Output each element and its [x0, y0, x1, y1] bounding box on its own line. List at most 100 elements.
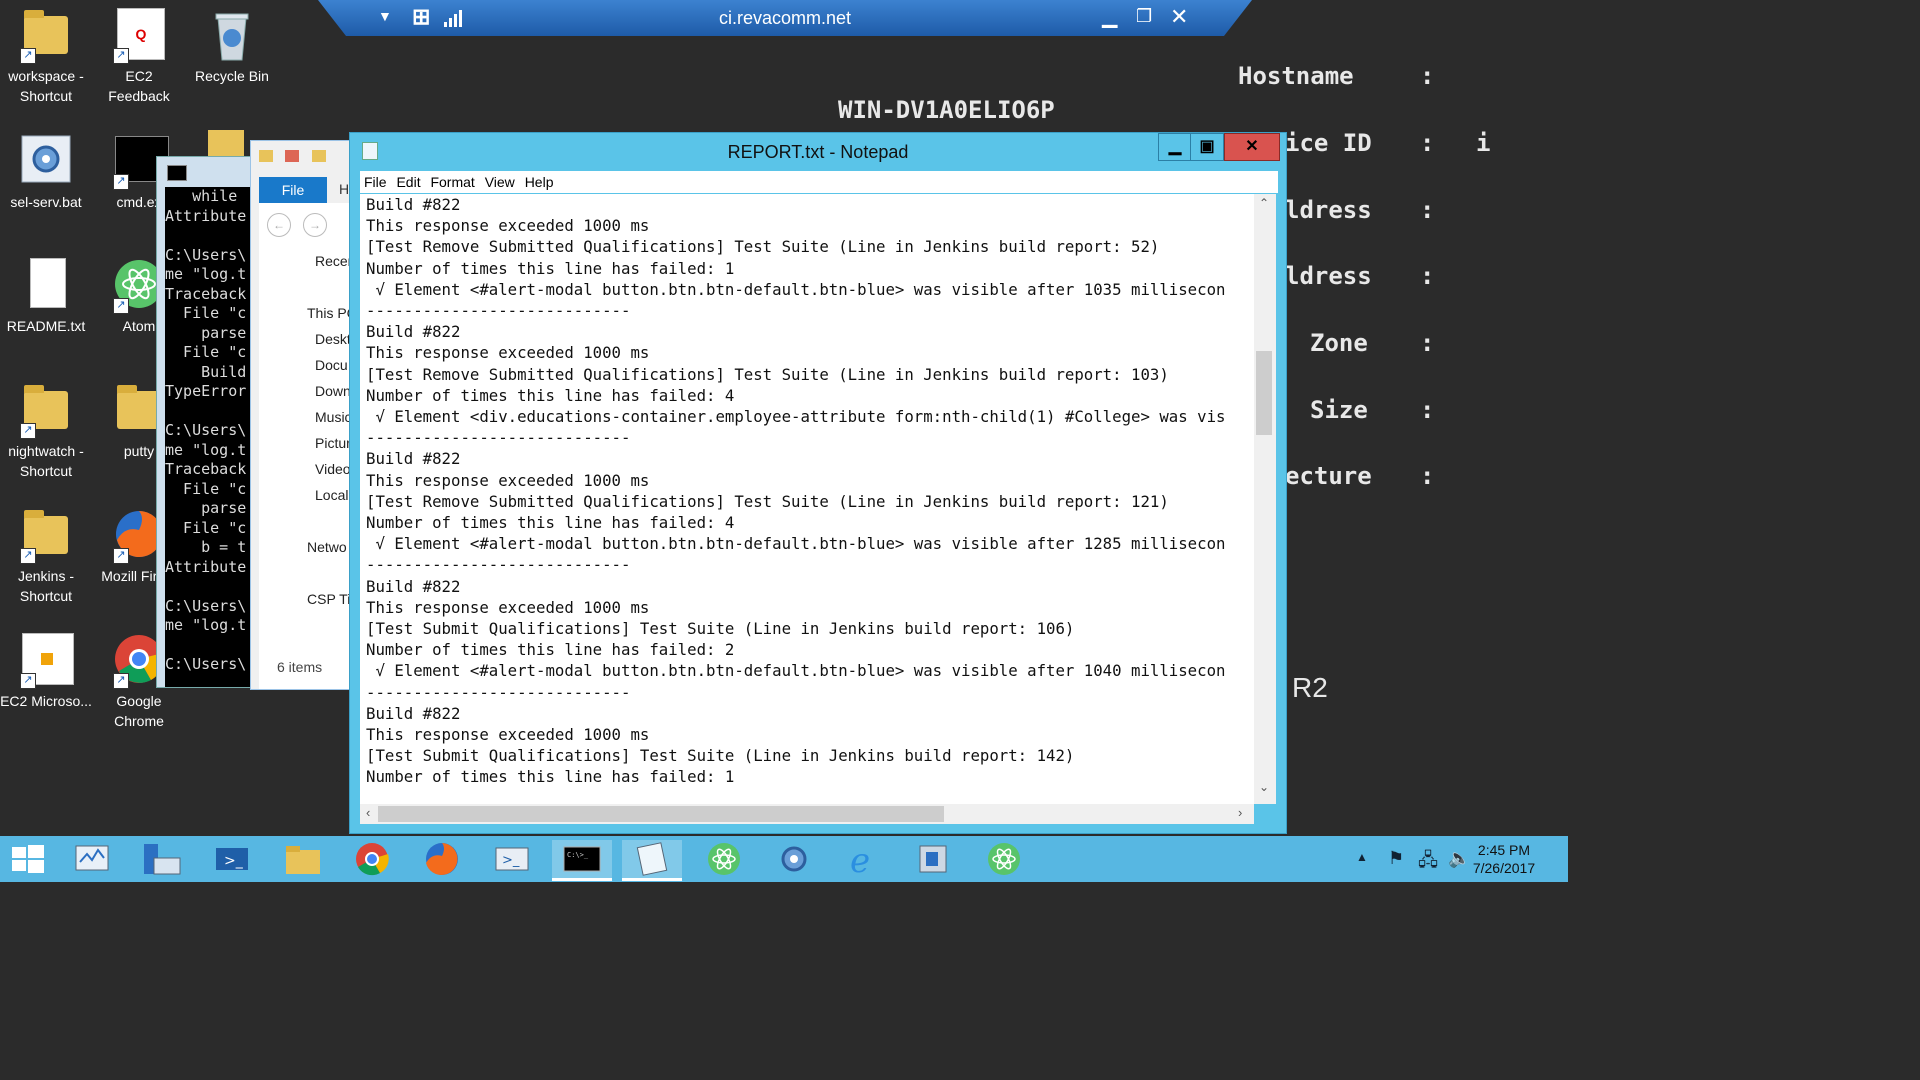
text-line: Build #822: [366, 576, 461, 596]
menu-help[interactable]: Help: [525, 174, 554, 190]
text-line: [Test Remove Submitted Qualifications] T…: [366, 237, 1160, 257]
svg-text:>_: >_: [224, 853, 244, 869]
instance-id-label: ice ID: [1285, 129, 1372, 157]
taskbar-atom-2[interactable]: [974, 840, 1034, 878]
desktop-icon-recycle-bin[interactable]: Recycle Bin: [186, 6, 278, 86]
text-line: [Test Submit Qualifications] Test Suite …: [366, 746, 1075, 766]
nav-item-csp-folder[interactable]: CSP Ti: [307, 591, 350, 607]
clock-time: 2:45 PM: [1477, 842, 1531, 858]
taskbar-tool[interactable]: [904, 840, 964, 878]
nav-item-documents[interactable]: Docu: [315, 357, 348, 373]
nav-item-network[interactable]: Netwo: [307, 539, 347, 555]
scroll-left-icon[interactable]: ‹: [366, 805, 370, 820]
text-line: This response exceeded 1000 ms: [366, 470, 650, 490]
desktop-icon-nightwatch[interactable]: ↗ nightwatch - Shortcut: [0, 381, 92, 481]
nav-item-music[interactable]: Music: [315, 409, 352, 425]
show-hidden-icons-icon[interactable]: ▲: [1356, 850, 1368, 864]
notepad-window[interactable]: REPORT.txt - Notepad ▁ ▣ ✕ File Edit For…: [349, 132, 1287, 834]
menu-file[interactable]: File: [364, 174, 387, 190]
hostname-value: WIN-DV1A0ELIO6P: [838, 96, 1055, 124]
desktop-icon-ec2-microsoft[interactable]: ↗ EC2 Microso...: [0, 631, 92, 711]
scroll-up-icon[interactable]: ⌃: [1259, 196, 1269, 210]
desktop-icon-sel-serv[interactable]: sel-serv.bat: [0, 132, 92, 212]
info-colon: :: [1420, 396, 1435, 424]
file-tab[interactable]: File: [259, 177, 327, 203]
taskbar-powershell[interactable]: >_: [202, 840, 262, 878]
text-line: Build #822: [366, 703, 461, 723]
text-line: This response exceeded 1000 ms: [366, 597, 650, 617]
properties-icon[interactable]: [285, 150, 300, 162]
maximize-button[interactable]: ▣: [1190, 133, 1224, 161]
info-colon: :: [1420, 129, 1435, 157]
taskbar-firefox[interactable]: [412, 840, 472, 878]
taskbar-cmd[interactable]: C:\>_: [552, 840, 612, 881]
desktop-icon-ec2-feedback[interactable]: Q ↗ EC2 Feedback: [93, 6, 185, 106]
text-line: √ Element <#alert-modal button.btn.btn-d…: [366, 661, 1226, 681]
scroll-thumb[interactable]: [1256, 351, 1272, 435]
back-arrow-icon[interactable]: ←: [267, 213, 291, 237]
notepad-title: REPORT.txt - Notepad: [727, 142, 909, 162]
desktop-icon-workspace[interactable]: ↗ workspace - Shortcut: [0, 6, 92, 106]
taskbar-settings[interactable]: [764, 840, 824, 878]
taskbar-chrome[interactable]: [342, 840, 402, 878]
taskbar: >_ >_ C:\>_ e ▲ ⚑ 🖧 🔈 2:45 PM 7/26/2017: [0, 836, 1568, 882]
size-label: Size: [1310, 396, 1368, 424]
gear-icon: [18, 132, 74, 188]
taskbar-server-manager[interactable]: [62, 840, 122, 878]
text-line: √ Element <#alert-modal button.btn.btn-d…: [366, 534, 1226, 554]
info-colon: :: [1420, 196, 1435, 224]
nav-item-pictures[interactable]: Pictur: [315, 435, 351, 451]
scroll-down-icon[interactable]: ⌄: [1259, 780, 1269, 794]
taskbar-internet-explorer[interactable]: e: [834, 840, 894, 881]
clock-date: 7/26/2017: [1472, 860, 1536, 876]
text-line: √ Element <div.educations-container.empl…: [366, 407, 1226, 427]
notepad-text-area[interactable]: Build #822 This response exceeded 1000 ms…: [360, 194, 1254, 804]
close-icon[interactable]: ✕: [1170, 4, 1188, 30]
desktop-icon-jenkins[interactable]: ↗ Jenkins - Shortcut: [0, 506, 92, 606]
minimize-button[interactable]: ▁: [1158, 133, 1192, 161]
new-folder-icon[interactable]: [311, 150, 326, 162]
nav-item-local-disk[interactable]: Local: [315, 487, 348, 503]
home-tab[interactable]: H: [339, 181, 349, 197]
start-button[interactable]: [0, 840, 56, 878]
text-line: Build #822: [366, 449, 461, 469]
folder-icon: ↗: [18, 381, 74, 439]
text-line: [Test Submit Qualifications] Test Suite …: [366, 619, 1075, 639]
text-line: [Test Remove Submitted Qualifications] T…: [366, 491, 1169, 511]
restore-icon[interactable]: ❐: [1136, 6, 1152, 27]
vertical-scrollbar[interactable]: ⌃ ⌄: [1254, 194, 1276, 804]
menu-edit[interactable]: Edit: [396, 174, 420, 190]
taskbar-notepad[interactable]: [622, 840, 682, 881]
scroll-thumb[interactable]: [378, 806, 944, 822]
menu-view[interactable]: View: [485, 174, 515, 190]
taskbar-powershell-ise[interactable]: >_: [482, 840, 542, 878]
recycle-bin-icon: [204, 6, 260, 62]
zone-label: Zone: [1310, 329, 1368, 357]
nav-item-videos[interactable]: Video: [315, 461, 351, 477]
svg-text:C:\>_: C:\>_: [567, 851, 589, 859]
network-status-icon[interactable]: 🖧: [1418, 848, 1438, 878]
text-line: This response exceeded 1000 ms: [366, 216, 650, 236]
text-line: This response exceeded 1000 ms: [366, 343, 650, 363]
desktop-icon-label: Jenkins - Shortcut: [17, 568, 75, 604]
nav-item-desktop[interactable]: Deskt: [315, 331, 351, 347]
text-line: Build #822: [366, 195, 461, 214]
horizontal-scrollbar[interactable]: ‹ ›: [360, 804, 1254, 824]
remote-connection-bar: ▼ ⊞ ci.revacomm.net ▁ ❐ ✕: [318, 0, 1252, 36]
scroll-right-icon[interactable]: ›: [1238, 805, 1242, 820]
taskbar-clock[interactable]: 2:45 PM 7/26/2017: [1464, 841, 1544, 877]
info-colon: :: [1420, 62, 1435, 90]
close-button[interactable]: ✕: [1224, 133, 1280, 161]
menu-format[interactable]: Format: [430, 174, 474, 190]
action-center-flag-icon[interactable]: ⚑: [1388, 848, 1404, 869]
taskbar-network-tool[interactable]: [132, 840, 192, 878]
text-line: ----------------------------: [366, 682, 631, 702]
text-line: ----------------------------: [366, 428, 631, 448]
forward-arrow-icon[interactable]: →: [303, 213, 327, 237]
taskbar-file-explorer[interactable]: [272, 840, 332, 878]
desktop-icon-readme[interactable]: README.txt: [0, 256, 92, 336]
text-line: Number of times this line has failed: 2: [366, 640, 735, 660]
minimize-icon[interactable]: ▁: [1102, 4, 1117, 29]
taskbar-atom[interactable]: [694, 840, 754, 878]
nav-item-downloads[interactable]: Down: [315, 383, 351, 399]
